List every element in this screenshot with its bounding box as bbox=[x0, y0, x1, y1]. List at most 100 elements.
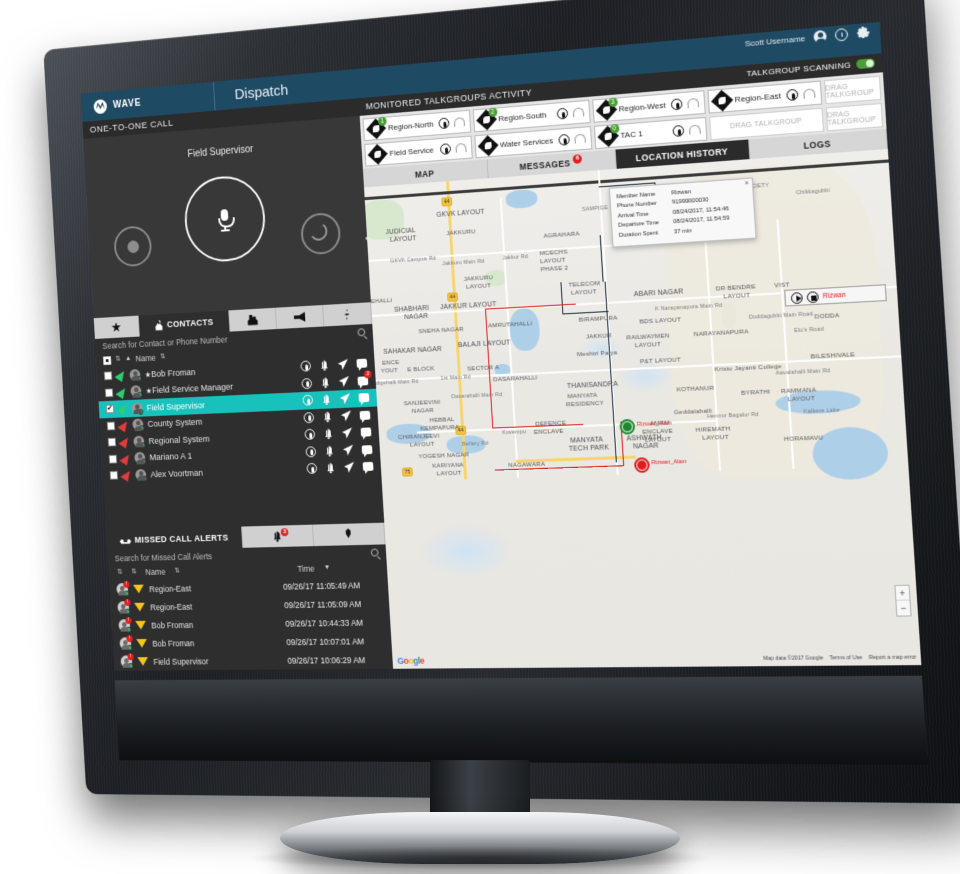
missed-call-col-time[interactable]: Time bbox=[297, 564, 315, 574]
contacts-list[interactable]: ★Bob Froman★Field Service Manager3Field … bbox=[96, 354, 385, 531]
avatar: ! bbox=[118, 617, 132, 633]
stop-button[interactable] bbox=[806, 290, 819, 303]
talkgroup-ptt-icon[interactable] bbox=[785, 88, 799, 102]
alert-icon[interactable] bbox=[321, 393, 332, 405]
sort-name-icon[interactable]: ⇅ bbox=[174, 568, 180, 575]
alert-icon[interactable] bbox=[319, 359, 330, 371]
play-button[interactable] bbox=[790, 291, 804, 304]
send-icon[interactable] bbox=[344, 461, 355, 473]
contact-checkbox[interactable] bbox=[105, 404, 115, 414]
user-icon[interactable] bbox=[813, 29, 827, 44]
ptt-icon[interactable] bbox=[303, 411, 315, 424]
tab-locations[interactable] bbox=[312, 522, 386, 547]
search-icon[interactable] bbox=[357, 328, 366, 337]
contact-checkbox[interactable] bbox=[108, 454, 118, 464]
missed-call-search-input[interactable]: Search for Missed Call Alerts bbox=[114, 551, 212, 563]
sort-col-b-icon[interactable]: ⇅ bbox=[131, 569, 137, 576]
report-map-error-link[interactable]: Report a map error bbox=[869, 655, 917, 662]
sort-asc-icon[interactable]: ▲ bbox=[125, 355, 132, 362]
chat-icon[interactable] bbox=[359, 409, 371, 421]
contact-checkbox[interactable] bbox=[103, 371, 113, 381]
contact-name: Mariano A 1 bbox=[149, 451, 193, 463]
terms-of-use-link[interactable]: Terms of Use bbox=[829, 655, 862, 662]
headset-icon[interactable] bbox=[572, 107, 584, 118]
send-icon[interactable] bbox=[338, 358, 349, 370]
end-call-button[interactable] bbox=[299, 211, 342, 256]
headset-icon[interactable] bbox=[453, 117, 465, 127]
contact-checkbox[interactable] bbox=[106, 421, 116, 431]
missed-call-time: 09/26/17 11:05:49 AM bbox=[282, 579, 361, 592]
contact-checkbox[interactable] bbox=[109, 471, 119, 480]
ptt-icon[interactable] bbox=[302, 394, 314, 406]
talkgroup-ptt-icon[interactable] bbox=[439, 143, 451, 155]
priority-icon bbox=[135, 620, 147, 630]
send-icon[interactable] bbox=[342, 427, 353, 439]
missed-call-row[interactable]: ! Field Supervisor 09/26/17 10:06:29 AM bbox=[113, 650, 393, 671]
zoom-in-button[interactable]: + bbox=[895, 585, 910, 601]
history-icon[interactable] bbox=[834, 27, 849, 42]
select-all-checkbox[interactable] bbox=[102, 355, 112, 365]
send-icon[interactable] bbox=[341, 410, 352, 422]
talkgroup-drop-slot[interactable]: DRAG TALKGROUP bbox=[825, 102, 884, 132]
chat-icon[interactable] bbox=[358, 392, 370, 404]
ptt-icon[interactable] bbox=[305, 446, 317, 458]
tab-favorites[interactable] bbox=[93, 315, 140, 339]
tab-rotate[interactable] bbox=[323, 302, 373, 327]
record-button[interactable] bbox=[113, 225, 153, 268]
send-icon[interactable] bbox=[343, 444, 354, 456]
send-icon[interactable] bbox=[340, 393, 351, 405]
sort-col-a-icon[interactable]: ⇅ bbox=[117, 569, 123, 576]
talkgroup-ptt-icon[interactable] bbox=[556, 107, 568, 120]
gear-icon[interactable] bbox=[856, 26, 870, 40]
push-to-talk-button[interactable] bbox=[182, 173, 267, 264]
headset-icon[interactable] bbox=[686, 97, 699, 109]
talkgroup-ptt-icon[interactable] bbox=[671, 124, 684, 138]
tab-broadcast[interactable] bbox=[275, 304, 325, 330]
talkgroup-ptt-icon[interactable] bbox=[557, 133, 570, 146]
location-history-popup[interactable]: × Member Name Rizwan Phone Number 919990000… bbox=[608, 177, 757, 248]
contact-checkbox[interactable] bbox=[104, 388, 114, 398]
ptt-icon[interactable] bbox=[300, 360, 312, 372]
chat-icon[interactable] bbox=[360, 426, 372, 438]
chat-icon[interactable] bbox=[361, 443, 373, 455]
missed-call-col-name[interactable]: Name bbox=[145, 567, 166, 577]
headset-icon[interactable] bbox=[454, 142, 467, 153]
contact-checkbox[interactable] bbox=[107, 437, 117, 447]
tab-notifications[interactable]: 3 bbox=[241, 524, 314, 548]
alert-icon[interactable] bbox=[322, 411, 333, 423]
toggle-switch[interactable] bbox=[856, 58, 875, 70]
chat-icon[interactable] bbox=[356, 357, 368, 369]
ptt-icon[interactable] bbox=[304, 428, 316, 441]
send-icon[interactable] bbox=[339, 375, 350, 387]
zoom-out-button[interactable]: − bbox=[896, 601, 910, 616]
ptt-icon[interactable] bbox=[306, 463, 318, 475]
missed-call-list[interactable]: ! Region-East 09/26/17 11:05:49 AM! Region-… bbox=[109, 575, 393, 671]
alert-icon[interactable] bbox=[324, 445, 335, 457]
tab-groups[interactable] bbox=[229, 307, 278, 332]
ptt-icon[interactable] bbox=[301, 377, 313, 389]
map-marker-end[interactable]: Rizwan_Alam bbox=[633, 457, 687, 473]
tab-missed-call-alerts[interactable]: MISSED CALL ALERTS bbox=[106, 526, 244, 552]
contacts-col-name[interactable]: Name bbox=[135, 353, 156, 364]
talkgroup-drop-slot[interactable]: DRAG TALKGROUP bbox=[823, 75, 882, 105]
chat-icon[interactable]: 3 bbox=[357, 370, 372, 387]
search-icon[interactable] bbox=[370, 548, 379, 557]
alert-icon[interactable] bbox=[320, 376, 331, 388]
close-icon[interactable]: × bbox=[744, 180, 749, 188]
headset-icon[interactable] bbox=[573, 133, 586, 144]
headset-icon[interactable] bbox=[688, 124, 701, 135]
microphone-icon bbox=[218, 209, 230, 232]
sort-col-1-icon[interactable]: ⇅ bbox=[115, 356, 121, 363]
map-marker-start[interactable]: Rizwan_Alam bbox=[619, 418, 672, 435]
headset-icon[interactable] bbox=[802, 88, 816, 99]
talkgroup-ptt-icon[interactable] bbox=[437, 117, 450, 130]
sort-time-icon[interactable]: ▼ bbox=[324, 564, 331, 571]
map-zoom-controls[interactable]: + − bbox=[894, 584, 912, 617]
sort-name-icon[interactable]: ⇅ bbox=[160, 353, 166, 360]
map-label: DODDA bbox=[814, 312, 840, 321]
chat-icon[interactable] bbox=[362, 461, 374, 473]
alert-icon[interactable] bbox=[323, 428, 334, 440]
talkgroup-ptt-icon[interactable] bbox=[670, 98, 683, 111]
map-view[interactable]: 44 44 44 75 GKVK LAYOUT JAKKURU JUDICIAL… bbox=[363, 148, 922, 669]
alert-icon[interactable] bbox=[325, 462, 336, 474]
